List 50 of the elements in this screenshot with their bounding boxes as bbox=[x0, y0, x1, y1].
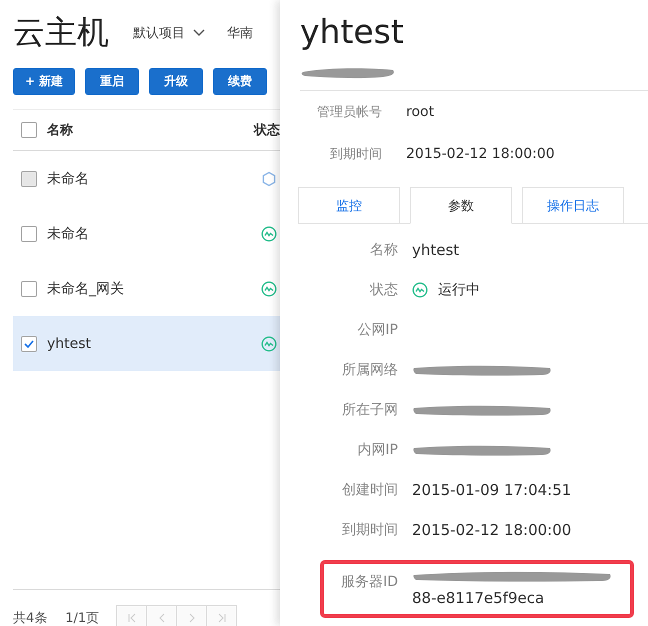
column-header: 名称 bbox=[47, 122, 74, 139]
table-cell-text: 未命名 bbox=[47, 224, 90, 242]
total-count: 共4条 bbox=[13, 610, 48, 626]
row-checkbox[interactable] bbox=[21, 280, 37, 296]
field-label: 所属网络 bbox=[341, 361, 398, 380]
select-all-checkbox[interactable] bbox=[21, 122, 37, 138]
table-cell-text: 未命名_网关 bbox=[47, 280, 125, 298]
table-row[interactable]: 未命名_网关 bbox=[13, 261, 280, 316]
tab[interactable]: 监控 bbox=[298, 187, 400, 223]
field-value: 88-e8117e5f9eca bbox=[412, 588, 546, 608]
next-page-icon[interactable] bbox=[176, 605, 208, 626]
toolbar-button[interactable]: 续费 bbox=[213, 68, 268, 95]
field-value: yhtest bbox=[412, 240, 460, 260]
page-indicator: 1/1页 bbox=[65, 610, 100, 626]
page-title: 云主机 bbox=[13, 12, 109, 53]
field-label: 名称 bbox=[369, 241, 398, 260]
field-label: 服务器ID bbox=[340, 573, 398, 592]
checkmark-icon bbox=[24, 340, 34, 348]
field-label: 创建时间 bbox=[341, 481, 398, 500]
table-row[interactable]: 未命名 bbox=[13, 206, 280, 261]
field-label: 到期时间 bbox=[341, 521, 398, 540]
tab[interactable]: 参数 bbox=[410, 187, 512, 224]
detail-title: yhtest bbox=[300, 12, 405, 52]
field-value: 2015-01-09 17:04:51 bbox=[412, 480, 572, 500]
region-dropdown[interactable]: 华南 bbox=[227, 24, 253, 42]
column-header: 状态 bbox=[254, 122, 280, 139]
project-dropdown[interactable]: 默认项目 bbox=[133, 24, 205, 42]
toolbar-button[interactable]: + 新建 bbox=[13, 68, 76, 95]
row-checkbox[interactable] bbox=[21, 226, 37, 242]
field-label: 管理员帐号 bbox=[316, 104, 382, 121]
previous-page-icon[interactable] bbox=[146, 605, 178, 626]
chevron-down-icon bbox=[193, 29, 205, 37]
toolbar-button[interactable]: 升级 bbox=[149, 68, 204, 95]
table-cell-text: yhtest bbox=[47, 336, 92, 352]
field-label: 公网IP bbox=[356, 321, 398, 340]
field-value: root bbox=[406, 104, 434, 120]
status-text: 运行中 bbox=[438, 281, 480, 300]
field-label: 状态 bbox=[369, 281, 398, 300]
last-page-icon[interactable] bbox=[206, 605, 238, 626]
tab[interactable]: 操作日志 bbox=[522, 187, 624, 223]
field-label: 所在子网 bbox=[341, 401, 398, 420]
field-value: 2015-02-12 18:00:00 bbox=[406, 146, 555, 162]
field-label: 内网IP bbox=[356, 441, 398, 460]
toolbar-button[interactable]: 重启 bbox=[85, 68, 140, 95]
row-checkbox[interactable] bbox=[21, 336, 37, 352]
field-value: 2015-02-12 18:00:00 bbox=[412, 520, 572, 540]
table-cell-text: 未命名 bbox=[47, 170, 90, 188]
table-row[interactable]: yhtest bbox=[13, 316, 280, 371]
first-page-icon[interactable] bbox=[116, 605, 148, 626]
field-label: 到期时间 bbox=[329, 146, 382, 163]
